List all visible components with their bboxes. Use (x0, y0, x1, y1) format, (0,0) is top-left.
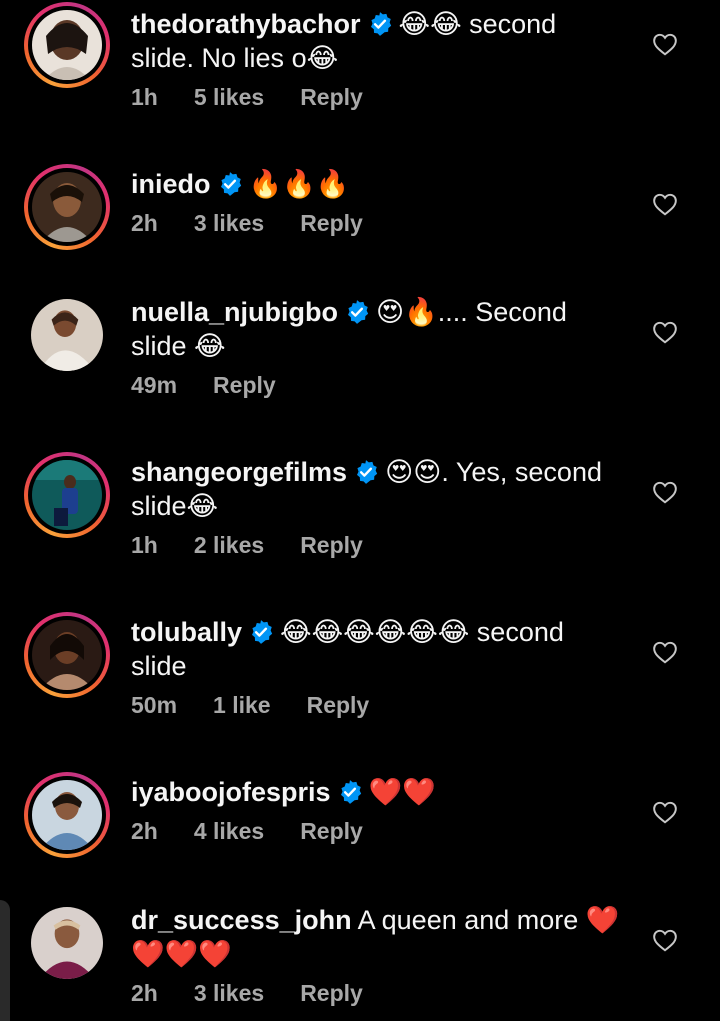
avatar (31, 907, 103, 979)
likes-count[interactable]: 5 likes (194, 84, 264, 111)
avatar-story-ring[interactable] (24, 452, 110, 538)
comment-text: nuella_njubigbo 😍🔥.... Second (131, 295, 631, 329)
reply-button[interactable]: Reply (300, 980, 363, 1007)
edge-panel-handle[interactable] (0, 900, 10, 1021)
heart-outline-icon[interactable] (652, 800, 678, 824)
comment-body: ❤️❤️ (368, 777, 436, 807)
reply-button[interactable]: Reply (213, 372, 276, 399)
verified-badge-icon (353, 459, 379, 485)
avatar-story-ring[interactable] (24, 2, 110, 88)
heart-outline-icon[interactable] (652, 480, 678, 504)
comment-text: dr_success_john A queen and more ❤️ (131, 903, 631, 937)
username[interactable]: dr_success_john (131, 905, 352, 935)
heart-outline-icon[interactable] (652, 320, 678, 344)
comment-meta: 2h 3 likes Reply (131, 210, 631, 237)
comment-body-line2: slide 😂 (131, 331, 226, 361)
comment-body-line2: ❤️❤️❤️ (131, 939, 232, 969)
reply-button[interactable]: Reply (300, 818, 363, 845)
comment-body: 😍🔥.... Second (376, 297, 567, 327)
comment-body-line2: slide (131, 651, 187, 681)
comment-body-line2: slide😂 (131, 491, 219, 521)
avatar-container[interactable] (24, 900, 110, 986)
comment-body: A queen and more ❤️ (357, 905, 620, 935)
comment-timestamp: 50m (131, 692, 178, 718)
comment-text: shangeorgefilms 😍😍. Yes, second (131, 455, 631, 489)
comment-timestamp: 2h (131, 980, 158, 1006)
username[interactable]: shangeorgefilms (131, 457, 347, 487)
comment-meta: 2h 4 likes Reply (131, 818, 631, 845)
verified-badge-icon (337, 779, 363, 805)
likes-count[interactable]: 3 likes (194, 980, 264, 1007)
comment-body: 🔥🔥🔥 (248, 169, 350, 199)
comment-text: iniedo 🔥🔥🔥 (131, 167, 631, 201)
comment-text: thedorathybachor 😂😂 second (131, 7, 631, 41)
username[interactable]: nuella_njubigbo (131, 297, 338, 327)
likes-count[interactable]: 3 likes (194, 210, 264, 237)
avatar-container[interactable] (24, 292, 110, 378)
username[interactable]: tolubally (131, 617, 242, 647)
comment-body: 😂😂 second (398, 9, 557, 39)
heart-outline-icon[interactable] (652, 32, 678, 56)
comment-timestamp: 2h (131, 818, 158, 844)
heart-outline-icon[interactable] (652, 928, 678, 952)
avatar-story-ring[interactable] (24, 612, 110, 698)
reply-button[interactable]: Reply (300, 210, 363, 237)
comment-body: 😂😂😂😂😂😂 second (280, 617, 564, 647)
heart-outline-icon[interactable] (652, 192, 678, 216)
comment-meta: 50m 1 like Reply (131, 692, 631, 719)
reply-button[interactable]: Reply (300, 84, 363, 111)
username[interactable]: iyaboojofespris (131, 777, 331, 807)
verified-badge-icon (344, 299, 370, 325)
likes-count[interactable]: 2 likes (194, 532, 264, 559)
avatar-story-ring[interactable] (24, 772, 110, 858)
verified-badge-icon (248, 619, 274, 645)
likes-count[interactable]: 4 likes (194, 818, 264, 845)
comment-meta: 1h 2 likes Reply (131, 532, 631, 559)
avatar (32, 10, 102, 80)
comment-timestamp: 2h (131, 210, 158, 236)
comment-body-line2: slide. No lies o😂 (131, 43, 339, 73)
verified-badge-icon (217, 171, 243, 197)
comment-meta: 49m Reply (131, 372, 631, 399)
avatar-story-ring[interactable] (24, 164, 110, 250)
avatar (32, 460, 102, 530)
heart-outline-icon[interactable] (652, 640, 678, 664)
likes-count[interactable]: 1 like (213, 692, 271, 719)
reply-button[interactable]: Reply (307, 692, 370, 719)
comment-timestamp: 1h (131, 84, 158, 110)
comment-timestamp: 49m (131, 372, 178, 398)
avatar (31, 299, 103, 371)
username[interactable]: iniedo (131, 169, 211, 199)
avatar (32, 620, 102, 690)
reply-button[interactable]: Reply (300, 532, 363, 559)
comment-timestamp: 1h (131, 532, 158, 558)
avatar (32, 780, 102, 850)
comment-text: tolubally 😂😂😂😂😂😂 second (131, 615, 631, 649)
comment-meta: 1h 5 likes Reply (131, 84, 631, 111)
comment-body: 😍😍. Yes, second (385, 457, 602, 487)
comment-text: iyaboojofespris ❤️❤️ (131, 775, 631, 809)
username[interactable]: thedorathybachor (131, 9, 361, 39)
avatar (32, 172, 102, 242)
comment-meta: 2h 3 likes Reply (131, 980, 631, 1007)
verified-badge-icon (367, 11, 393, 37)
